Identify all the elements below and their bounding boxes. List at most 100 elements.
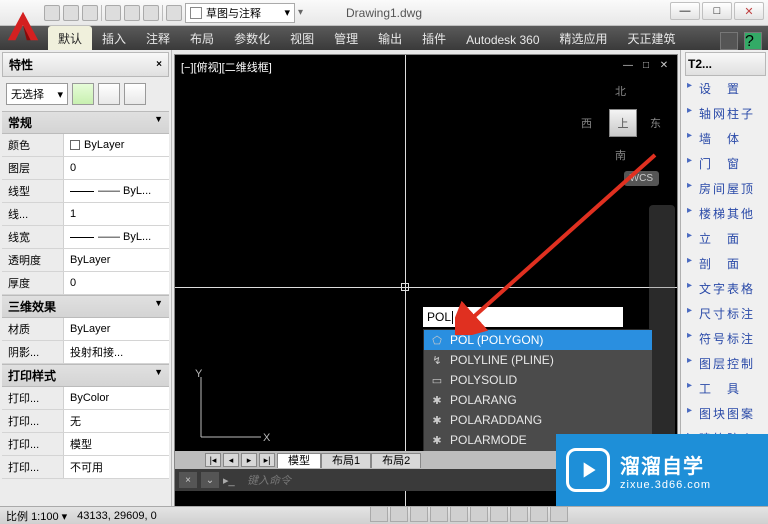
prop-row[interactable]: 打印...不可用 xyxy=(2,456,169,479)
polar-toggle-icon[interactable] xyxy=(430,506,448,522)
qat-open-icon[interactable] xyxy=(63,5,79,21)
prop-row[interactable]: 图层0 xyxy=(2,157,169,180)
quick-access-toolbar[interactable]: 草图与注释 ▾ ▾ xyxy=(0,3,303,23)
tab-输出[interactable]: 输出 xyxy=(368,26,412,50)
qat-new-icon[interactable] xyxy=(44,5,60,21)
suggestion-item[interactable]: ⬠POL (POLYGON) xyxy=(424,330,652,350)
maximize-button[interactable]: □ xyxy=(702,2,732,20)
ortho-toggle-icon[interactable] xyxy=(410,506,428,522)
wcs-badge[interactable]: WCS xyxy=(624,171,659,186)
grid-toggle-icon[interactable] xyxy=(390,506,408,522)
palette-item[interactable]: 剖 面 xyxy=(685,251,766,276)
commandline-close-icon[interactable]: × xyxy=(179,472,197,488)
otrack-toggle-icon[interactable] xyxy=(470,506,488,522)
palette-item[interactable]: 门 窗 xyxy=(685,151,766,176)
select-objects-icon[interactable] xyxy=(98,83,120,105)
viewcube-north[interactable]: 北 xyxy=(615,83,626,99)
palette-item[interactable]: 文字表格 xyxy=(685,276,766,301)
suggestion-item[interactable]: ✱POLARADDANG xyxy=(424,410,652,430)
pickadd-icon[interactable] xyxy=(124,83,146,105)
prop-section[interactable]: 打印样式▼ xyxy=(2,364,169,387)
suggestion-item[interactable]: ✱POLARANG xyxy=(424,390,652,410)
viewcube-south[interactable]: 南 xyxy=(615,147,626,163)
help-icon[interactable]: ? xyxy=(744,32,762,50)
tab-视图[interactable]: 视图 xyxy=(280,26,324,50)
minimize-button[interactable]: — xyxy=(670,2,700,20)
tab-精选应用[interactable]: 精选应用 xyxy=(550,26,618,50)
qat-redo-icon[interactable] xyxy=(143,5,159,21)
ribbon-tabstrip[interactable]: 默认插入注释布局参数化视图管理输出插件Autodesk 360精选应用天正建筑 … xyxy=(0,26,768,50)
qat-undo-icon[interactable] xyxy=(124,5,140,21)
qprops-toggle-icon[interactable] xyxy=(530,506,548,522)
prop-section[interactable]: 三维效果▼ xyxy=(2,295,169,318)
tab-Autodesk 360[interactable]: Autodesk 360 xyxy=(456,29,549,50)
osnap-toggle-icon[interactable] xyxy=(450,506,468,522)
suggestion-item[interactable]: ▭POLYSOLID xyxy=(424,370,652,390)
tab-插入[interactable]: 插入 xyxy=(92,26,136,50)
snap-toggle-icon[interactable] xyxy=(370,506,388,522)
dyn-toggle-icon[interactable] xyxy=(490,506,508,522)
panel-close-icon[interactable]: × xyxy=(156,59,162,70)
palette-item[interactable]: 符号标注 xyxy=(685,326,766,351)
tab-参数化[interactable]: 参数化 xyxy=(224,26,280,50)
workspace-combo[interactable]: 草图与注释 ▾ xyxy=(185,3,295,23)
tab-nav-prev-icon[interactable]: ◂ xyxy=(223,453,239,467)
palette-item[interactable]: 房间屋顶 xyxy=(685,176,766,201)
viewport-minimize-icon[interactable]: — xyxy=(621,59,635,71)
palette-item[interactable]: 轴网柱子 xyxy=(685,101,766,126)
lwt-toggle-icon[interactable] xyxy=(510,506,528,522)
prop-row[interactable]: 线宽—— ByL... xyxy=(2,226,169,249)
prop-row[interactable]: 打印...ByColor xyxy=(2,387,169,410)
qat-print-icon[interactable] xyxy=(105,5,121,21)
prop-row[interactable]: 厚度0 xyxy=(2,272,169,295)
dynamic-input[interactable]: POL xyxy=(423,307,623,327)
qat-save-icon[interactable] xyxy=(82,5,98,21)
palette-item[interactable]: 尺寸标注 xyxy=(685,301,766,326)
close-button[interactable]: ✕ xyxy=(734,2,764,20)
palette-item[interactable]: 图层控制 xyxy=(685,351,766,376)
prop-row[interactable]: 材质ByLayer xyxy=(2,318,169,341)
prop-row[interactable]: 线型—— ByL... xyxy=(2,180,169,203)
prop-row[interactable]: 打印...无 xyxy=(2,410,169,433)
commandline-options-icon[interactable]: ⌄ xyxy=(201,472,219,488)
tab-布局[interactable]: 布局 xyxy=(180,26,224,50)
viewcube-west[interactable]: 西 xyxy=(581,115,592,131)
tab-天正建筑[interactable]: 天正建筑 xyxy=(618,26,686,50)
prop-section[interactable]: 常规▼ xyxy=(2,111,169,134)
palette-item[interactable]: 立 面 xyxy=(685,226,766,251)
prop-row[interactable]: 颜色ByLayer xyxy=(2,134,169,157)
prop-row[interactable]: 透明度ByLayer xyxy=(2,249,169,272)
prop-row[interactable]: 阴影...投射和接... xyxy=(2,341,169,364)
palette-item[interactable]: 设 置 xyxy=(685,76,766,101)
viewcube[interactable]: 北 南 东 西 上 xyxy=(581,83,661,163)
palette-item[interactable]: 图块图案 xyxy=(685,401,766,426)
viewport-maximize-icon[interactable]: □ xyxy=(639,59,653,71)
viewcube-top-face[interactable]: 上 xyxy=(609,109,637,137)
tab-默认[interactable]: 默认 xyxy=(48,26,92,50)
prop-row[interactable]: 打印...模型 xyxy=(2,433,169,456)
prop-row[interactable]: 线...1 xyxy=(2,203,169,226)
sc-toggle-icon[interactable] xyxy=(550,506,568,522)
qat-icon[interactable] xyxy=(166,5,182,21)
viewport-close-icon[interactable]: ✕ xyxy=(657,59,671,71)
suggestion-item[interactable]: ↯POLYLINE (PLINE) xyxy=(424,350,652,370)
tab-注释[interactable]: 注释 xyxy=(136,26,180,50)
viewcube-east[interactable]: 东 xyxy=(650,115,661,131)
selection-combo[interactable]: 无选择▾ xyxy=(6,83,68,105)
tab-nav-next-icon[interactable]: ▸ xyxy=(241,453,257,467)
ribbon-expand-icon[interactable] xyxy=(720,32,738,50)
tab-nav-first-icon[interactable]: |◂ xyxy=(205,453,221,467)
tab-管理[interactable]: 管理 xyxy=(324,26,368,50)
quick-select-icon[interactable] xyxy=(72,83,94,105)
palette-item[interactable]: 楼梯其他 xyxy=(685,201,766,226)
viewport-label[interactable]: [−][俯视][二维线框] xyxy=(181,59,272,75)
palette-item[interactable]: 工 具 xyxy=(685,376,766,401)
layout-tab[interactable]: 布局1 xyxy=(321,453,371,468)
app-menu-button[interactable] xyxy=(4,8,42,46)
tab-nav-last-icon[interactable]: ▸| xyxy=(259,453,275,467)
tab-插件[interactable]: 插件 xyxy=(412,26,456,50)
layout-tab[interactable]: 布局2 xyxy=(371,453,421,468)
layout-tab[interactable]: 模型 xyxy=(277,453,321,468)
statusbar-tray[interactable] xyxy=(370,506,568,524)
palette-item[interactable]: 墙 体 xyxy=(685,126,766,151)
